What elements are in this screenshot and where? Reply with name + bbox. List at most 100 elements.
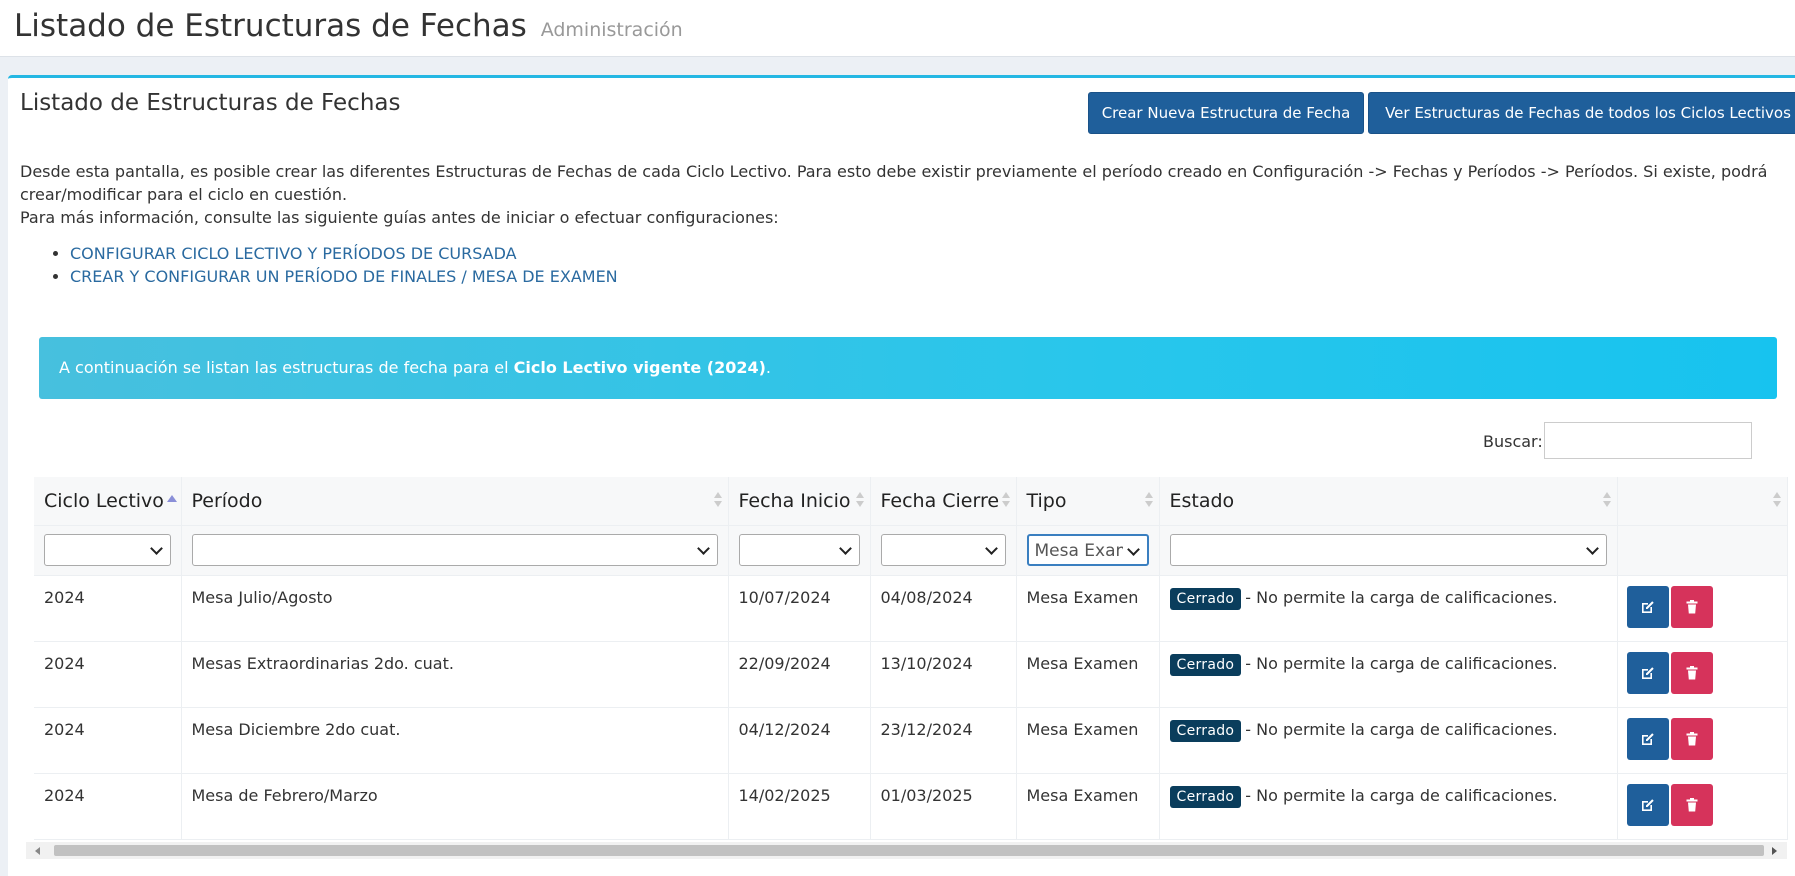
cell-fecha-inicio: 10/07/2024: [728, 575, 871, 642]
column-header-label: Período: [191, 489, 263, 512]
guide-item: CREAR Y CONFIGURAR UN PERÍODO DE FINALES…: [70, 265, 618, 288]
sort-icon: [713, 491, 722, 509]
edit-icon: [1641, 600, 1654, 613]
page-subtitle: Administración: [540, 19, 683, 41]
cell-actions: [1617, 575, 1788, 642]
edit-button[interactable]: [1626, 651, 1669, 694]
sort-icon: [1602, 491, 1611, 509]
cell-actions: [1617, 641, 1788, 708]
cell-periodo: Mesas Extraordinarias 2do. cuat.: [181, 641, 729, 708]
scroll-right-icon[interactable]: [1772, 847, 1777, 855]
cell-actions: [1617, 773, 1788, 840]
cell-periodo: Mesa de Febrero/Marzo: [181, 773, 729, 840]
scroll-left-icon[interactable]: [35, 847, 40, 855]
content-box: Listado de Estructuras de Fechas Crear N…: [8, 75, 1795, 876]
filter-periodo-select[interactable]: [191, 534, 718, 566]
status-text: - No permite la carga de calificaciones.: [1245, 785, 1558, 805]
delete-button[interactable]: [1670, 585, 1713, 628]
column-header-estado[interactable]: Estado: [1159, 477, 1618, 526]
column-header-label: Fecha Inicio: [738, 489, 851, 512]
chevron-down-icon: [1585, 542, 1599, 555]
date-structures-table: Ciclo Lectivo Período Fecha Inicio Fecha…: [34, 477, 1788, 840]
delete-button[interactable]: [1670, 717, 1713, 760]
delete-button[interactable]: [1670, 783, 1713, 826]
column-header-label: Fecha Cierre: [880, 489, 1000, 512]
filter-ciclo-select[interactable]: [44, 534, 171, 566]
edit-icon: [1641, 666, 1654, 679]
table-row: 2024 Mesa Diciembre 2do cuat. 04/12/2024…: [34, 707, 1788, 774]
description-guides-intro: Para más información, consulte las sigui…: [20, 208, 779, 227]
column-header-tipo[interactable]: Tipo: [1016, 477, 1160, 526]
create-date-structure-button[interactable]: Crear Nueva Estructura de Fecha: [1088, 92, 1364, 134]
status-badge: Cerrado: [1169, 587, 1242, 610]
view-all-cycles-button[interactable]: Ver Estructuras de Fechas de todos los C…: [1368, 92, 1795, 134]
column-header-actions[interactable]: [1617, 477, 1788, 526]
edit-button[interactable]: [1626, 585, 1669, 628]
chevron-down-icon: [696, 542, 710, 555]
cell-periodo: Mesa Julio/Agosto: [181, 575, 729, 642]
trash-icon: [1686, 599, 1697, 613]
sort-icon: [1001, 491, 1010, 509]
description-text: Desde esta pantalla, es posible crear la…: [20, 162, 1768, 204]
callout-text: A continuación se listan las estructuras…: [59, 337, 771, 399]
cell-fecha-cierre: 04/08/2024: [870, 575, 1017, 642]
column-header-periodo[interactable]: Período: [181, 477, 729, 526]
trash-icon: [1686, 731, 1697, 745]
cell-tipo: Mesa Examen: [1016, 773, 1160, 840]
info-callout: A continuación se listan las estructuras…: [39, 337, 1777, 399]
filter-cell: [1159, 525, 1618, 576]
filter-cell: [34, 525, 182, 576]
delete-button[interactable]: [1670, 651, 1713, 694]
callout-prefix: A continuación se listan las estructuras…: [59, 358, 514, 377]
search-input[interactable]: [1544, 422, 1752, 459]
filter-estado-select[interactable]: [1169, 534, 1607, 566]
chevron-down-icon: [838, 542, 852, 555]
chevron-down-icon: [984, 542, 998, 555]
filter-fecha-cierre-select[interactable]: [880, 534, 1006, 566]
column-header-label: Tipo: [1026, 489, 1067, 512]
status-text: - No permite la carga de calificaciones.: [1245, 653, 1558, 673]
cell-ciclo: 2024: [34, 641, 182, 708]
cell-estado: Cerrado - No permite la carga de califica…: [1159, 641, 1618, 708]
table-row: 2024 Mesa de Febrero/Marzo 14/02/2025 01…: [34, 773, 1788, 840]
cell-actions: [1617, 707, 1788, 774]
cell-fecha-cierre: 13/10/2024: [870, 641, 1017, 708]
edit-icon: [1641, 732, 1654, 745]
chevron-down-icon: [149, 542, 163, 555]
edit-button[interactable]: [1626, 717, 1669, 760]
cell-fecha-inicio: 22/09/2024: [728, 641, 871, 708]
table-container: Ciclo Lectivo Período Fecha Inicio Fecha…: [34, 477, 1795, 852]
sort-icon: [855, 491, 864, 509]
column-header-fecha-inicio[interactable]: Fecha Inicio: [728, 477, 871, 526]
filter-cell: [870, 525, 1017, 576]
description: Desde esta pantalla, es posible crear la…: [20, 160, 1780, 229]
filter-value: Mesa Examen: [1034, 541, 1123, 561]
scrollbar-thumb[interactable]: [54, 845, 1764, 856]
column-header-ciclo[interactable]: Ciclo Lectivo: [34, 477, 182, 526]
horizontal-scrollbar[interactable]: [26, 842, 1787, 859]
filter-fecha-inicio-select[interactable]: [738, 534, 860, 566]
cell-fecha-cierre: 23/12/2024: [870, 707, 1017, 774]
search-label: Buscar:: [1483, 432, 1543, 451]
cell-estado: Cerrado - No permite la carga de califica…: [1159, 575, 1618, 642]
status-badge: Cerrado: [1169, 719, 1242, 742]
filter-cell: Mesa Examen: [1016, 525, 1160, 576]
status-text: - No permite la carga de calificaciones.: [1245, 719, 1558, 739]
edit-icon: [1641, 798, 1654, 811]
status-badge: Cerrado: [1169, 653, 1242, 676]
trash-icon: [1686, 797, 1697, 811]
trash-icon: [1686, 665, 1697, 679]
sort-ascending-icon: [166, 494, 177, 502]
cell-tipo: Mesa Examen: [1016, 575, 1160, 642]
guide-link-exam[interactable]: CREAR Y CONFIGURAR UN PERÍODO DE FINALES…: [70, 267, 618, 286]
edit-button[interactable]: [1626, 783, 1669, 826]
callout-bold: Ciclo Lectivo vigente (2024): [513, 358, 766, 377]
column-header-fecha-cierre[interactable]: Fecha Cierre: [870, 477, 1017, 526]
guide-link-cycle[interactable]: CONFIGURAR CICLO LECTIVO Y PERÍODOS DE C…: [70, 244, 517, 263]
filter-tipo-select[interactable]: Mesa Examen: [1026, 534, 1149, 566]
cell-ciclo: 2024: [34, 575, 182, 642]
guides-list: CONFIGURAR CICLO LECTIVO Y PERÍODOS DE C…: [20, 242, 618, 288]
filter-cell: [728, 525, 871, 576]
page-header: Listado de Estructuras de Fechas Adminis…: [0, 0, 1795, 57]
table-row: 2024 Mesas Extraordinarias 2do. cuat. 22…: [34, 641, 1788, 708]
